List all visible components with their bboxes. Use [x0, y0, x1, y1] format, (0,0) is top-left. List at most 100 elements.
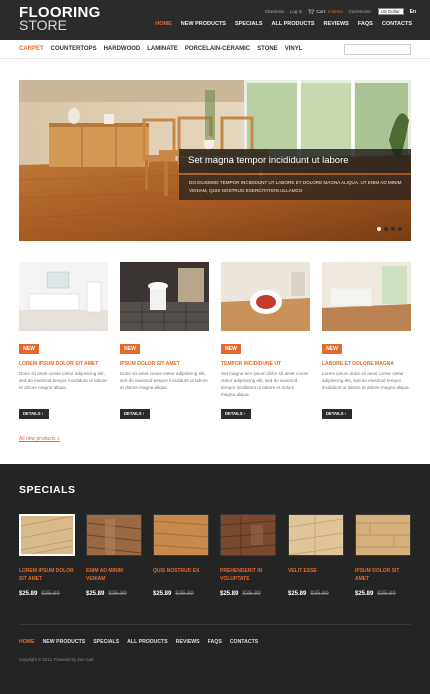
living-room-chair-image: [221, 262, 310, 331]
slider-caption-title: Set magna tempor incididunt ut labore: [179, 149, 411, 173]
nav-all-products[interactable]: ALL PRODUCTS: [272, 21, 315, 27]
price-old: $35.89: [175, 591, 194, 597]
slider-pagination: [377, 227, 402, 231]
special-name[interactable]: IPSUM DOLOR SIT AMET: [355, 567, 411, 583]
product-title[interactable]: LABORE ET DOLORE MAGNA: [322, 361, 411, 367]
wood-sample-image: [289, 515, 343, 555]
slider-dot[interactable]: [391, 227, 395, 231]
nav-contacts[interactable]: CONTACTS: [382, 21, 412, 27]
category-porcelain-ceramic[interactable]: PORCELAIN-CERAMIC: [185, 46, 250, 52]
special-price: $25.89 $35.89: [220, 591, 261, 597]
slider-dot[interactable]: [384, 227, 388, 231]
new-badge: NEW: [322, 344, 342, 354]
store-logo[interactable]: FLOORING STORE: [19, 5, 101, 32]
hero-slider[interactable]: Set magna tempor incididunt ut labore DO…: [19, 80, 411, 241]
slider-dot[interactable]: [398, 227, 402, 231]
new-badge: NEW: [120, 344, 140, 354]
currency-select[interactable]: US Dollar: [377, 8, 404, 15]
wood-sample-image: [87, 515, 141, 555]
special-item: IPSUM DOLOR SIT AMET $25.89 $35.89: [355, 514, 411, 597]
category-laminate[interactable]: LAMINATE: [147, 46, 178, 52]
special-item: ENIM AD MINIM VENIAM $25.89 $35.89: [86, 514, 142, 597]
price-old: $35.89: [41, 591, 60, 597]
tiled-bathroom-image: [120, 262, 209, 331]
special-name[interactable]: PREHENDERIT IN VOLUPTATE: [220, 567, 276, 583]
special-image[interactable]: [153, 514, 209, 556]
product-card: NEW IPSUM DOLOR SIT AMET Dolor sit amet …: [120, 262, 209, 419]
utility-bar: Checkout Log In Cart: 0 items Currencies…: [265, 8, 416, 15]
footer-nav-contacts[interactable]: CONTACTS: [230, 639, 258, 645]
special-name[interactable]: VELIT ESSE: [288, 567, 344, 575]
details-label: DETAILS: [326, 411, 344, 416]
all-new-products-link[interactable]: All new products »: [19, 436, 60, 442]
footer-nav-specials[interactable]: SPECIALS: [93, 639, 119, 645]
footer-nav-new-products[interactable]: NEW PRODUCTS: [43, 639, 86, 645]
details-label: DETAILS: [124, 411, 142, 416]
bathroom-image: [19, 262, 108, 331]
search-input[interactable]: [344, 44, 411, 55]
cart-icon: [308, 9, 315, 14]
footer-divider: [19, 624, 411, 625]
product-title[interactable]: IPSUM DOLOR SIT AMET: [120, 361, 209, 367]
product-title[interactable]: LOREM IPSUM DOLOR SIT AMET: [19, 361, 108, 367]
product-image[interactable]: [120, 262, 209, 331]
slider-dot[interactable]: [377, 227, 381, 231]
wood-sample-image: [356, 515, 410, 555]
cart-link[interactable]: Cart: 0 items: [308, 9, 343, 14]
footer-nav-home[interactable]: HOME: [19, 639, 35, 645]
new-badge: NEW: [221, 344, 241, 354]
nav-reviews[interactable]: REVIEWS: [323, 21, 348, 27]
product-image[interactable]: [19, 262, 108, 331]
nav-home[interactable]: HOME: [155, 21, 172, 27]
category-bar: CARPET COUNTERTOPS HARDWOOD LAMINATE POR…: [0, 40, 430, 59]
nav-faqs[interactable]: FAQS: [358, 21, 373, 27]
wood-sample-image: [154, 515, 208, 555]
login-link[interactable]: Log In: [290, 9, 303, 14]
checkout-link[interactable]: Checkout: [265, 9, 284, 14]
price-current: $25.89: [86, 591, 105, 597]
special-price: $25.89 $35.89: [153, 591, 194, 597]
details-button[interactable]: DETAILS ›: [221, 409, 251, 419]
footer-nav-faqs[interactable]: FAQS: [208, 639, 222, 645]
product-card: NEW TEMPOR INCIDIDUNE UT Set magna tem i…: [221, 262, 310, 419]
special-image[interactable]: [86, 514, 142, 556]
price-current: $25.89: [220, 591, 239, 597]
special-item: VELIT ESSE $25.89 $35.89: [288, 514, 344, 597]
new-badge: NEW: [19, 344, 39, 354]
category-vinyl[interactable]: VINYL: [285, 46, 303, 52]
special-image[interactable]: [220, 514, 276, 556]
special-image[interactable]: [19, 514, 75, 556]
footer-nav-all-products[interactable]: ALL PRODUCTS: [127, 639, 168, 645]
product-card: NEW LABORE ET DOLORE MAGNA Lorem ipsum d…: [322, 262, 411, 419]
category-hardwood[interactable]: HARDWOOD: [104, 46, 141, 52]
product-title[interactable]: TEMPOR INCIDIDUNE UT: [221, 361, 310, 367]
cart-count: 0 items: [328, 9, 343, 14]
category-carpet[interactable]: CARPET: [19, 46, 44, 52]
special-name[interactable]: LOREM IPSUM DOLOR SIT AMET: [19, 567, 75, 583]
nav-new-products[interactable]: NEW PRODUCTS: [181, 21, 226, 27]
nav-specials[interactable]: SPECIALS: [235, 21, 263, 27]
details-label: DETAILS: [225, 411, 243, 416]
language-link[interactable]: En: [410, 9, 416, 15]
product-image[interactable]: [221, 262, 310, 331]
product-image[interactable]: [322, 262, 411, 331]
specials-heading: SPECIALS: [19, 484, 76, 496]
wood-sample-image: [21, 516, 73, 554]
category-countertops[interactable]: COUNTERTOPS: [51, 46, 97, 52]
special-name[interactable]: ENIM AD MINIM VENIAM: [86, 567, 142, 583]
category-stone[interactable]: STONE: [257, 46, 278, 52]
cart-label: Cart:: [316, 9, 327, 14]
footer-nav-reviews[interactable]: REVIEWS: [176, 639, 200, 645]
arrow-right-icon: ›: [142, 411, 145, 416]
slider-caption-text: DO EIUSMOD TEMPOR INCIDIDUNT UT LABORE E…: [179, 175, 411, 200]
details-button[interactable]: DETAILS ›: [120, 409, 150, 419]
special-name[interactable]: QUIS NOSTRUD EX: [153, 567, 209, 575]
special-image[interactable]: [288, 514, 344, 556]
product-description: Dolor sit amet conse ctetur adipisicing …: [120, 371, 208, 390]
price-old: $35.89: [242, 591, 261, 597]
details-button[interactable]: DETAILS ›: [19, 409, 49, 419]
product-description: Dolor sit amet conse ctetur adipisicing …: [19, 371, 107, 390]
special-image[interactable]: [355, 514, 411, 556]
details-button[interactable]: DETAILS ›: [322, 409, 352, 419]
details-label: DETAILS: [23, 411, 41, 416]
